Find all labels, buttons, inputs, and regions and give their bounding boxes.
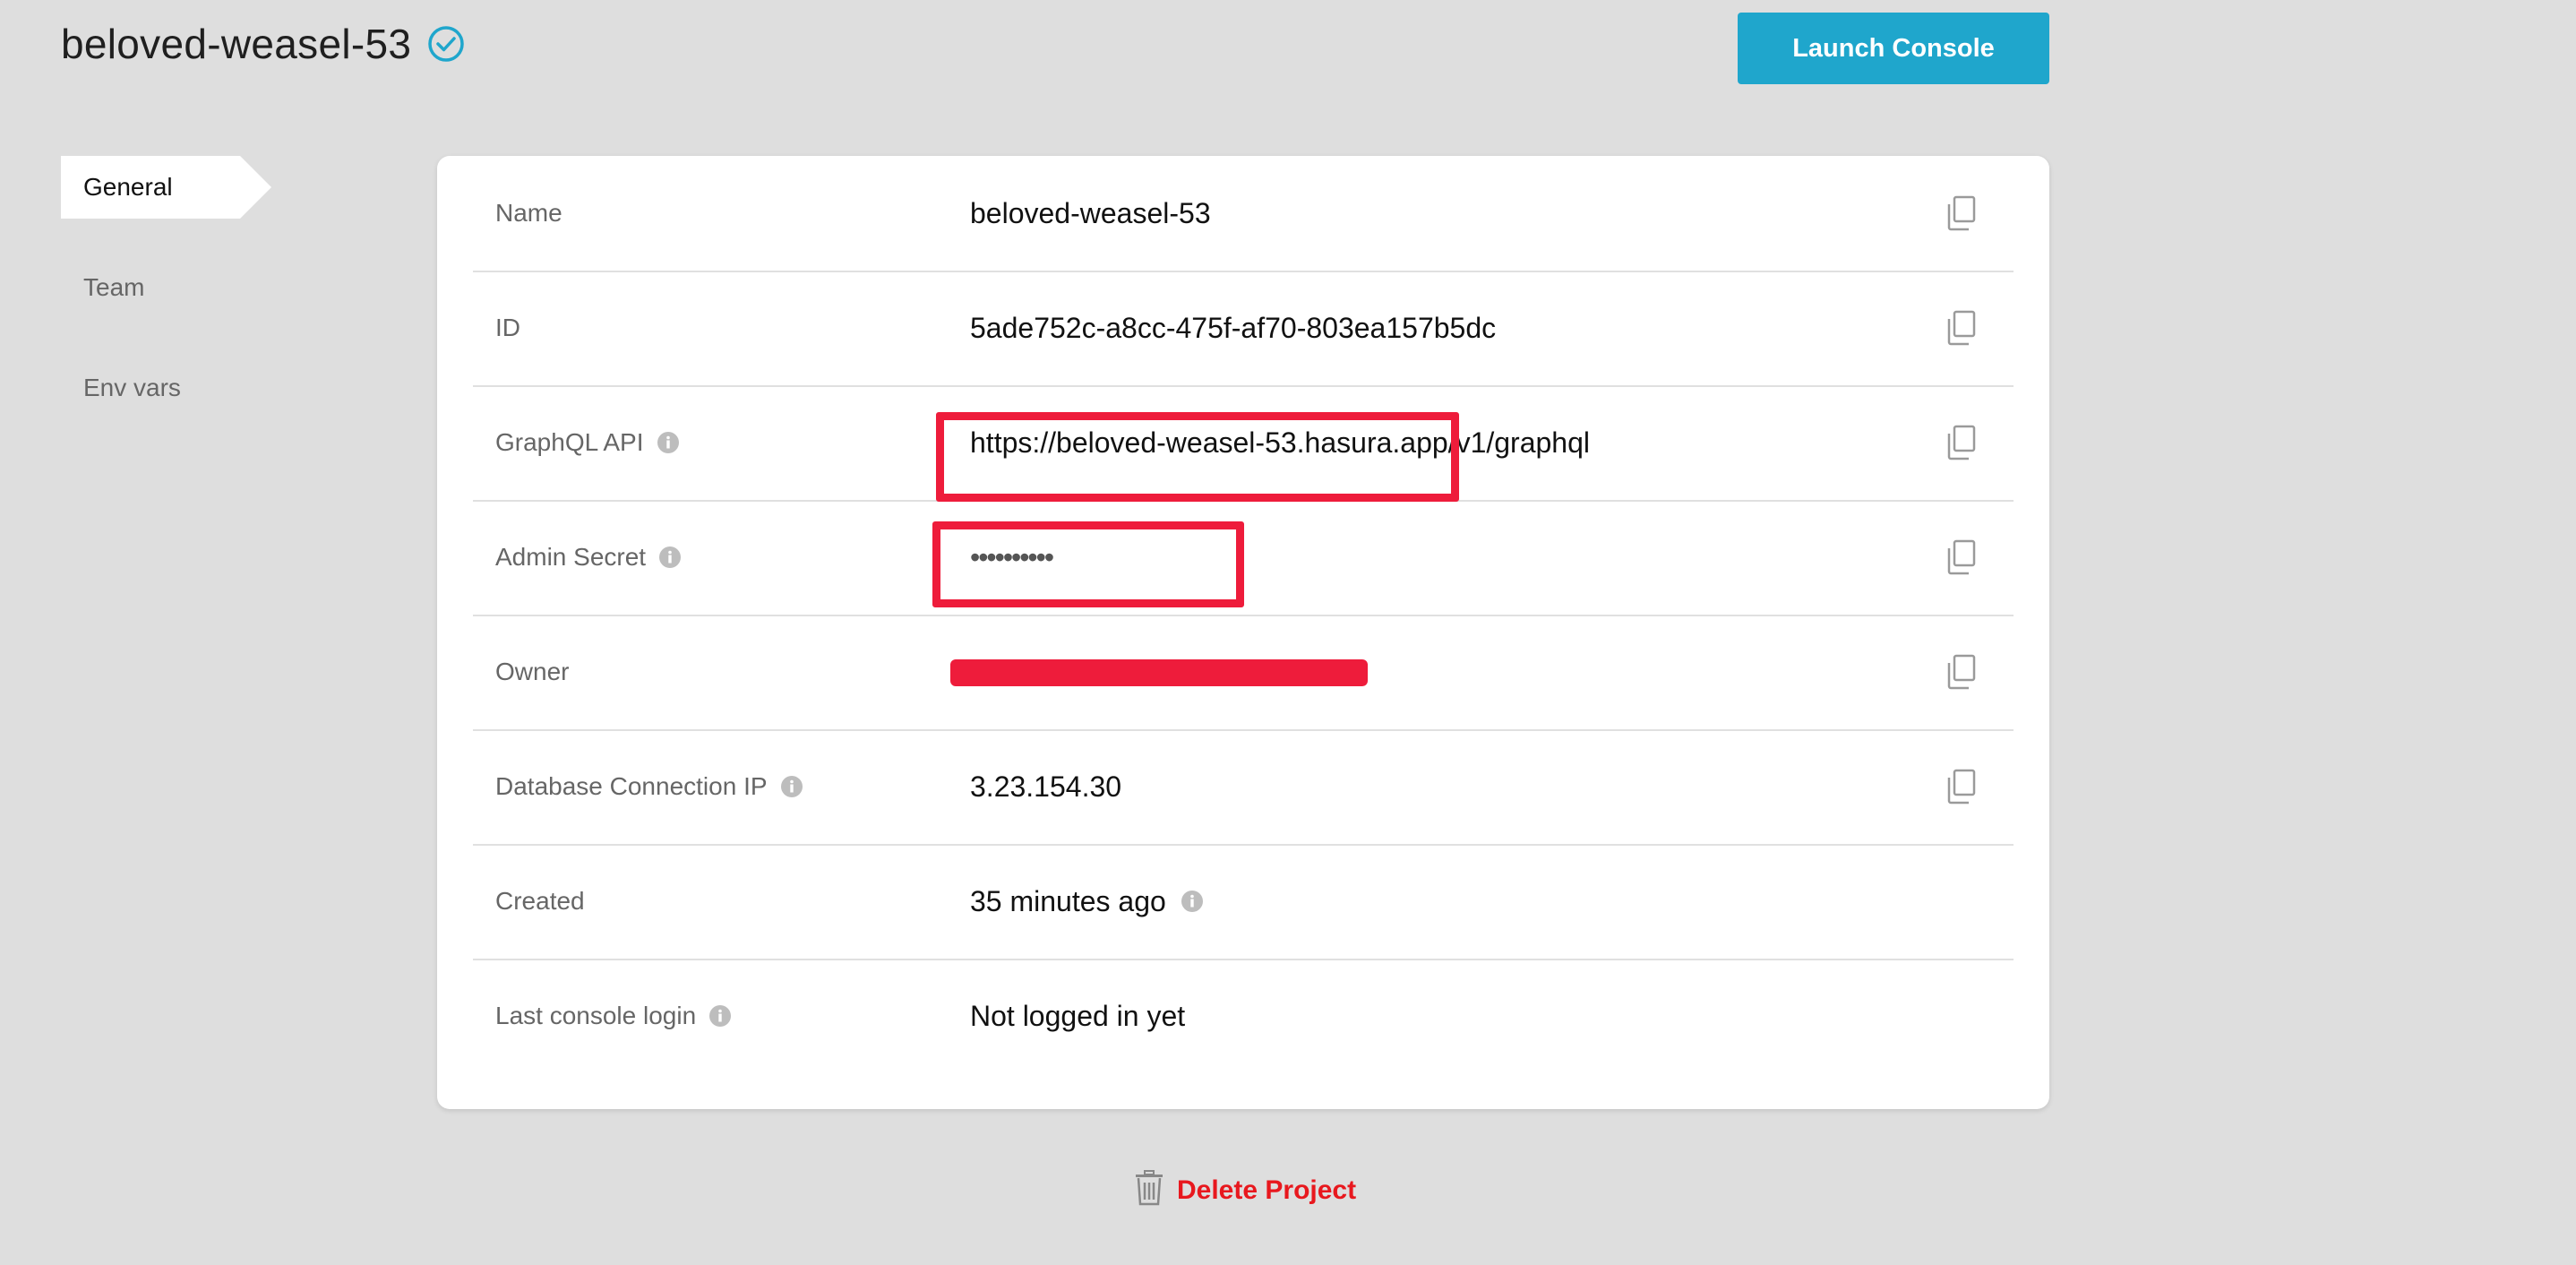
info-icon[interactable] <box>657 431 680 454</box>
sidebar-item-label: Env vars <box>83 374 181 401</box>
delete-project-label: Delete Project <box>1177 1175 1357 1205</box>
row-value: beloved-weasel-53 <box>970 196 1211 229</box>
redaction-bar <box>950 659 1368 686</box>
detail-row-created: Created 35 minutes ago <box>473 844 2014 960</box>
sidebar-item-team[interactable]: Team <box>61 256 240 319</box>
sidebar-item-label: General <box>83 173 173 201</box>
row-label: GraphQL API <box>495 428 644 456</box>
sidebar: General Team Env vars <box>61 156 271 457</box>
row-label: Created <box>495 887 585 915</box>
row-label: ID <box>495 314 520 341</box>
detail-row-admin-secret: Admin Secret •••••••••• <box>473 500 2014 616</box>
page-header: beloved-weasel-53 <box>61 20 465 68</box>
check-circle-icon <box>427 25 465 63</box>
row-label: Owner <box>495 658 570 685</box>
copy-icon[interactable] <box>1945 310 1978 346</box>
row-label: Database Connection IP <box>495 772 768 800</box>
sidebar-item-env-vars[interactable]: Env vars <box>61 357 240 419</box>
launch-console-button[interactable]: Launch Console <box>1738 13 2049 84</box>
row-value: Not logged in yet <box>970 999 1186 1032</box>
detail-row-owner: Owner <box>473 615 2014 731</box>
detail-row-database-connection-ip: Database Connection IP 3.23.154.30 <box>473 729 2014 846</box>
sidebar-item-label: Team <box>83 273 145 301</box>
info-icon[interactable] <box>1181 890 1204 913</box>
row-label: Admin Secret <box>495 543 647 571</box>
info-icon[interactable] <box>780 775 803 798</box>
copy-icon[interactable] <box>1945 195 1978 231</box>
project-details-card: Name beloved-weasel-53 ID 5ade752c-a8cc-… <box>437 156 2049 1109</box>
row-label: Last console login <box>495 1002 697 1029</box>
copy-icon[interactable] <box>1945 769 1978 805</box>
detail-row-id: ID 5ade752c-a8cc-475f-af70-803ea157b5dc <box>473 271 2014 387</box>
detail-row-name: Name beloved-weasel-53 <box>473 156 2014 272</box>
copy-icon[interactable] <box>1945 425 1978 460</box>
page-title: beloved-weasel-53 <box>61 21 412 67</box>
detail-row-graphql-api: GraphQL API https://beloved-weasel-53.ha… <box>473 385 2014 502</box>
copy-icon[interactable] <box>1945 654 1978 690</box>
detail-row-last-console-login: Last console login Not logged in yet <box>473 959 2014 1073</box>
highlight-box <box>932 521 1244 607</box>
info-icon[interactable] <box>658 546 682 569</box>
row-value: 5ade752c-a8cc-475f-af70-803ea157b5dc <box>970 311 1497 344</box>
row-value: 35 minutes ago <box>970 884 1166 917</box>
delete-project-button[interactable]: Delete Project <box>1134 1170 1356 1210</box>
row-label: Name <box>495 199 562 227</box>
copy-icon[interactable] <box>1945 539 1978 575</box>
trash-icon <box>1134 1170 1164 1210</box>
sidebar-item-general[interactable]: General <box>61 156 271 219</box>
highlight-box <box>936 412 1459 502</box>
info-icon[interactable] <box>708 1004 732 1028</box>
row-value: 3.23.154.30 <box>970 770 1122 803</box>
